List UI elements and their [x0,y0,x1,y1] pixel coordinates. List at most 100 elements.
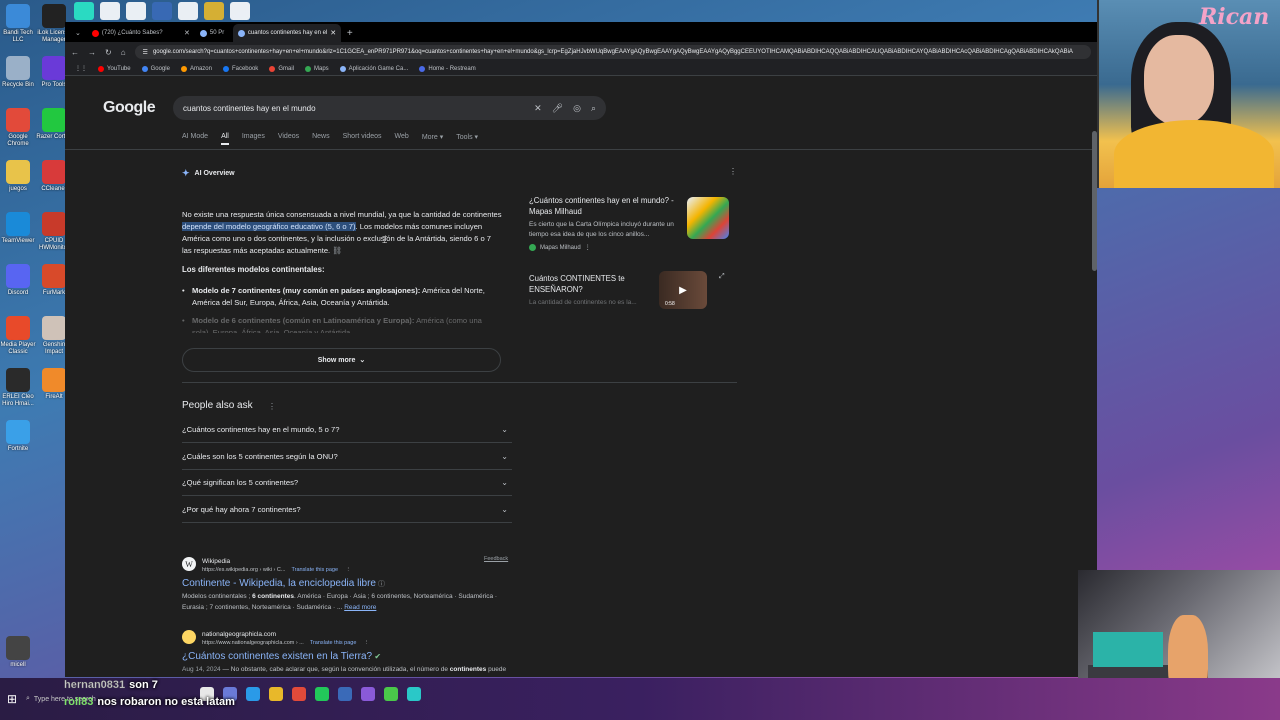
desktop-icon[interactable]: Media Player Classic [0,316,36,356]
chat-text: son 7 [129,679,158,691]
bookmark[interactable]: Amazon [180,65,212,72]
desktop-icon-label: Discord [7,290,29,296]
show-more-button[interactable]: Show more ⌄ [182,348,501,372]
new-tab-button[interactable]: + [341,28,359,42]
tab-search-icon[interactable]: ⌄ [69,29,87,42]
close-icon[interactable]: ✕ [184,29,190,37]
paa-question[interactable]: ¿Cuáles son los 5 continentes según la O… [182,444,512,470]
bookmark[interactable]: YouTube [98,65,131,72]
source-title[interactable]: Cuántos CONTINENTES te ENSEÑARON? [529,273,649,295]
result-title-text[interactable]: ¿Cuántos continentes existen en la Tierr… [182,651,372,662]
search-input[interactable]: cuantos continentes hay en el mundo [183,104,524,113]
translate-link[interactable]: Translate this page [291,567,338,573]
ai-list-item-heading: Modelo de 7 continentes (muy común en pa… [192,286,421,295]
filter-tab[interactable]: Videos [278,133,299,145]
bookmark[interactable]: Gmail [269,65,294,72]
taskbar-app-icon[interactable] [384,687,398,701]
video-duration: 0:58 [665,301,675,307]
filter-tab[interactable]: More ▾ [422,133,443,145]
desktop-icon[interactable]: Discord [0,264,36,297]
more-options-icon[interactable]: ⋮ [362,640,370,646]
address-bar[interactable]: ☰ google.com/search?q=cuantos+continente… [134,45,1091,59]
close-icon[interactable]: ✕ [330,29,336,37]
result-source[interactable]: nationalgeographicla.com https://www.nati… [182,630,512,647]
desktop-icon[interactable]: Google Chrome [0,108,36,148]
desktop-icon[interactable]: TeamViewer [0,212,36,245]
filter-tab[interactable]: Short videos [343,133,382,145]
filter-tab[interactable]: AI Mode [182,133,208,145]
paa-question[interactable]: ¿Por qué hay ahora 7 continentes? ⌄ [182,497,512,523]
apps-grid-icon[interactable]: ⋮⋮ [75,65,87,72]
browser-tab[interactable]: 50 Pr [195,24,233,42]
filter-tab[interactable]: News [312,133,330,145]
pinned-app-icon[interactable] [126,2,146,20]
site-info-icon[interactable]: ☰ [143,49,148,56]
browser-tab[interactable]: (720) ¿Cuánto Sabes? ✕ [87,24,195,42]
back-icon[interactable]: ← [71,48,79,57]
read-more-link[interactable]: Read more [344,604,376,611]
taskbar-app-icon[interactable] [338,687,352,701]
result-title[interactable]: ¿Cuántos continentes existen en la Tierr… [182,651,512,662]
search-icon[interactable]: ⌕ [591,103,596,114]
taskbar-app-icon[interactable] [407,687,421,701]
desktop-icon[interactable]: ERLEI Cleo Hiro Hmai... [0,368,36,408]
camera-lens-icon[interactable]: ◎ [573,103,581,114]
bookmark-label: Aplicación Game Ca... [348,65,409,72]
filter-tab[interactable]: Images [242,133,265,145]
paa-question-text: ¿Cuáles son los 5 continentes según la O… [182,451,338,461]
paa-question[interactable]: ¿Cuántos continentes hay en el mundo, 5 … [182,417,512,443]
desktop-icon[interactable]: micell [0,636,36,669]
home-icon[interactable]: ⌂ [121,48,126,57]
source-title[interactable]: ¿Cuántos continentes hay en el mundo? - … [529,195,679,217]
desktop-icon-label: Media Player Classic [0,342,36,355]
close-icon[interactable]: ⤢ [719,273,725,281]
search-box[interactable]: cuantos continentes hay en el mundo ✕ 🎤︎… [173,96,606,120]
app-icon [6,160,30,184]
pinned-app-icon[interactable] [74,2,94,20]
browser-tab[interactable]: cuantos continentes hay en el ✕ [232,24,341,42]
bookmark[interactable]: Maps [304,65,329,72]
result-title-text[interactable]: Continente - Wikipedia, la enciclopedia … [182,578,376,589]
result-title[interactable]: Continente - Wikipedia, la enciclopedia … [182,578,512,589]
filter-tab[interactable]: Web [395,133,409,145]
result-source[interactable]: W Wikipedia https://es.wikipedia.org › wik… [182,557,512,574]
pinned-app-icon[interactable] [230,2,250,20]
bookmark[interactable]: Facebook [222,65,258,72]
desktop-icon[interactable]: Bandi Tech LLC [0,4,36,44]
desktop-icon[interactable]: Recycle Bin [0,56,36,89]
pinned-app-icon[interactable] [178,2,198,20]
taskbar-app-icon[interactable] [361,687,375,701]
pinned-app-icon[interactable] [204,2,224,20]
chevron-down-icon: ⌄ [501,451,508,461]
bookmark-label: Gmail [278,65,294,72]
bookmark[interactable]: Aplicación Game Ca... [339,65,409,72]
desktop-icon-label: FurMark [42,290,66,296]
link-icon[interactable]: ⛓︎ [332,246,342,255]
reload-icon[interactable]: ↻ [105,48,112,57]
microphone-icon[interactable]: 🎤︎ [552,103,563,114]
pinned-app-icon[interactable] [152,2,172,20]
more-options-icon[interactable]: ⋮ [585,244,591,251]
forward-icon[interactable]: → [88,48,96,57]
windows-start-icon[interactable]: ⊞ [7,692,17,706]
clear-icon[interactable]: ✕ [534,103,542,114]
ai-source-card[interactable]: ¿Cuántos continentes hay en el mundo? - … [529,195,734,251]
more-options-icon[interactable]: ⋮ [344,567,352,573]
divider [65,149,1097,150]
more-options-icon[interactable]: ⋮ [729,167,737,176]
bookmark[interactable]: Home - Restream [419,65,476,72]
pinned-app-icon[interactable] [100,2,120,20]
desktop-icon[interactable]: juegos [0,160,36,193]
bookmark[interactable]: Google [141,65,170,72]
filter-tab[interactable]: Tools ▾ [456,133,478,145]
google-logo[interactable]: Google [103,99,156,117]
filter-tab[interactable]: All [221,133,229,145]
desktop-icon[interactable]: Fortnite [0,420,36,453]
video-thumbnail[interactable]: ▶ 0:58 [659,271,707,309]
ai-source-card[interactable]: Cuántos CONTINENTES te ENSEÑARON? La can… [529,271,734,309]
world-map-thumbnail[interactable] [687,197,729,239]
info-icon[interactable]: ⓘ [376,581,385,588]
translate-link[interactable]: Translate this page [310,640,357,646]
paa-question[interactable]: ¿Qué significan los 5 continentes? ⌄ [182,470,512,497]
more-options-icon[interactable]: ⋮ [268,402,276,411]
